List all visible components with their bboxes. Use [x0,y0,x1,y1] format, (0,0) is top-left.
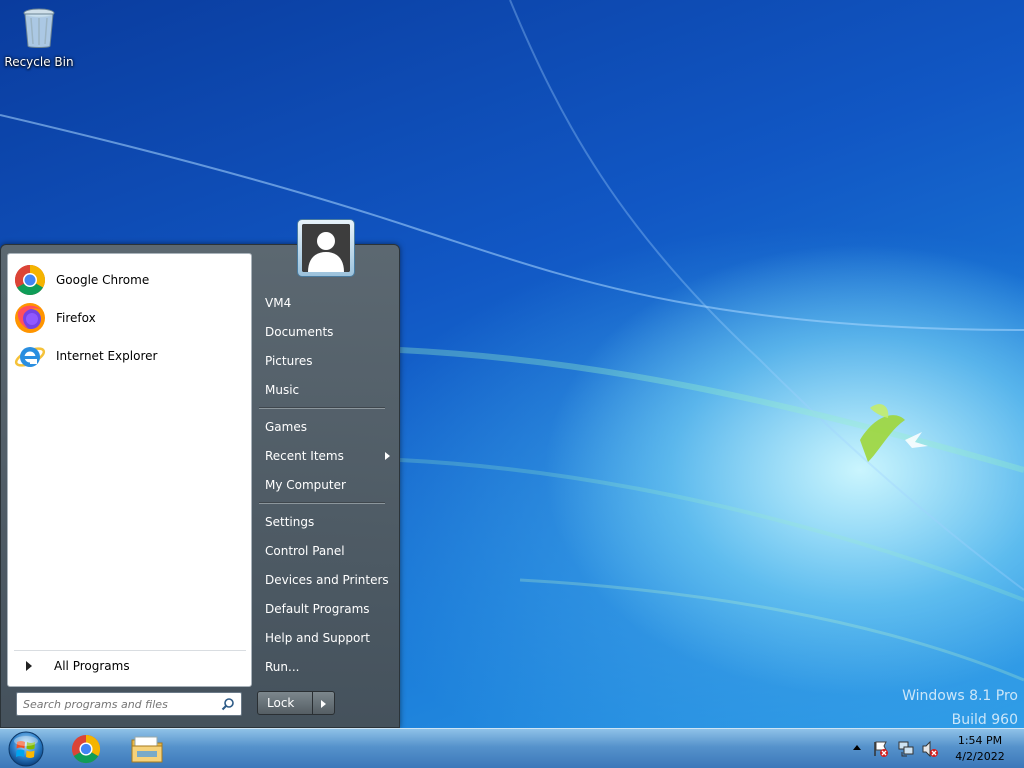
all-programs-label: All Programs [54,658,130,673]
start-link-label: Pictures [265,354,313,368]
taskbar-app-windows-explorer[interactable] [117,731,177,767]
taskbar-app-google-chrome[interactable] [56,731,116,767]
start-link-label: Devices and Printers [265,573,389,587]
shutdown-options-arrow[interactable] [313,691,335,715]
start-link-label: Settings [265,515,315,529]
start-item-label: Google Chrome [56,273,150,287]
clock-date: 4/2/2022 [955,750,1005,763]
start-link-label: Music [265,383,300,397]
chrome-icon [14,265,46,296]
start-link-label: VM4 [265,296,292,310]
start-link-vm4[interactable]: VM4 [265,291,395,315]
menu-separator [259,407,385,409]
all-programs-button[interactable]: All Programs [14,650,246,680]
watermark-edition: Windows 8.1 Pro [902,688,1018,704]
show-hidden-icons-arrow[interactable] [853,745,861,750]
menu-separator [259,502,385,504]
start-item-label: Firefox [56,311,96,325]
search-box[interactable] [16,692,242,716]
start-link-label: Default Programs [265,602,370,616]
clock-time: 1:54 PM [957,734,1003,747]
start-link-label: Documents [265,325,334,339]
start-link-my-computer[interactable]: My Computer [265,473,395,497]
start-item-google-chrome[interactable]: Google Chrome [14,262,246,298]
desktop-icon-recycle-bin[interactable]: Recycle Bin [4,6,74,69]
desktop-icon-label: Recycle Bin [4,55,74,69]
action-center-flag-icon[interactable] [872,740,890,758]
internet-explorer-icon [14,347,46,367]
taskbar: 1:54 PM 4/2/2022 [0,728,1024,768]
start-link-music[interactable]: Music [265,378,395,402]
start-link-help-and-support[interactable]: Help and Support [265,626,395,650]
start-link-recent-items[interactable]: Recent Items [265,444,395,468]
start-link-devices-and-printers[interactable]: Devices and Printers [265,568,395,592]
search-input[interactable] [17,693,213,715]
start-button[interactable] [6,730,46,768]
chrome-icon [71,734,101,764]
start-link-control-panel[interactable]: Control Panel [265,539,395,563]
start-item-internet-explorer[interactable]: Internet Explorer [14,338,246,374]
folder-icon [131,736,163,763]
start-link-label: Help and Support [265,631,370,645]
firefox-icon [15,303,45,333]
start-link-documents[interactable]: Documents [265,320,395,344]
volume-muted-icon[interactable] [921,740,939,758]
windows-watermark: Windows 8.1 Pro Build 960 [902,684,1018,728]
expand-arrow-icon [26,660,32,671]
start-link-label: Games [265,420,307,434]
start-link-default-programs[interactable]: Default Programs [265,597,395,621]
recycle-bin-icon [23,8,55,48]
start-link-label: Control Panel [265,544,345,558]
start-link-run[interactable]: Run... [265,655,395,679]
lock-button[interactable]: Lock [257,691,313,715]
start-menu: Google Chrome Firefox Internet Explorer [0,219,400,728]
start-link-label: Recent Items [265,449,344,463]
start-menu-programs-pane: Google Chrome Firefox Internet Explorer [7,253,252,687]
start-item-label: Internet Explorer [56,349,158,363]
taskbar-clock[interactable]: 1:54 PM 4/2/2022 [950,733,1010,765]
start-link-games[interactable]: Games [265,415,395,439]
start-item-firefox[interactable]: Firefox [14,300,246,336]
start-link-settings[interactable]: Settings [265,510,395,534]
search-icon[interactable] [221,697,235,711]
start-link-label: Run... [265,660,300,674]
start-link-label: My Computer [265,478,346,492]
submenu-arrow-icon [385,452,390,460]
watermark-build: Build 960 [951,712,1018,728]
lock-label: Lock [267,696,295,710]
network-icon[interactable] [897,740,915,758]
user-picture[interactable] [297,219,355,277]
start-link-pictures[interactable]: Pictures [265,349,395,373]
user-avatar-icon [302,224,350,272]
